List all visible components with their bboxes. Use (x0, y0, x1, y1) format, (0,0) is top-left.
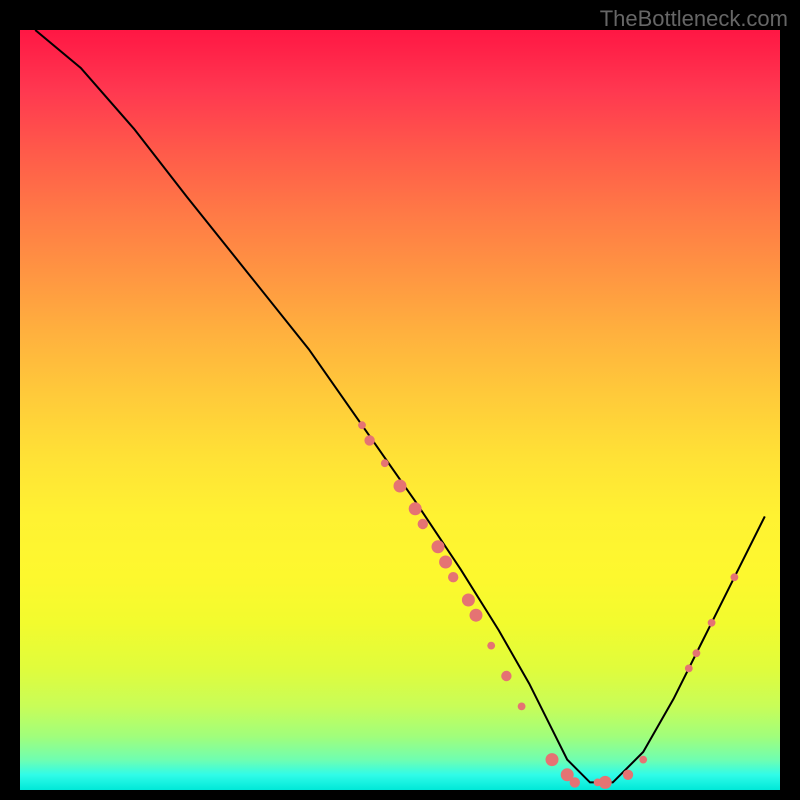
chart-marker (409, 502, 422, 515)
chart-marker (487, 642, 495, 650)
chart-marker (439, 556, 452, 569)
chart-marker (546, 753, 559, 766)
chart-curve (35, 30, 765, 782)
chart-marker (470, 609, 483, 622)
chart-marker (599, 776, 612, 789)
chart-marker (708, 619, 716, 627)
chart-marker (501, 671, 511, 681)
chart-marker (623, 770, 633, 780)
chart-marker (394, 480, 407, 493)
chart-marker (448, 572, 458, 582)
chart-marker (570, 777, 580, 787)
chart-svg (20, 30, 780, 790)
chart-marker (518, 703, 526, 711)
chart-marker (462, 594, 475, 607)
chart-marker (364, 435, 374, 445)
chart-markers (358, 421, 738, 789)
chart-marker (693, 649, 701, 657)
chart-marker (418, 519, 428, 529)
chart-plot-area (20, 30, 780, 790)
chart-marker (731, 573, 739, 581)
watermark-text: TheBottleneck.com (600, 6, 788, 32)
chart-marker (685, 665, 693, 673)
chart-marker (639, 756, 647, 764)
chart-marker (432, 540, 445, 553)
chart-marker (381, 459, 389, 467)
chart-marker (358, 421, 366, 429)
